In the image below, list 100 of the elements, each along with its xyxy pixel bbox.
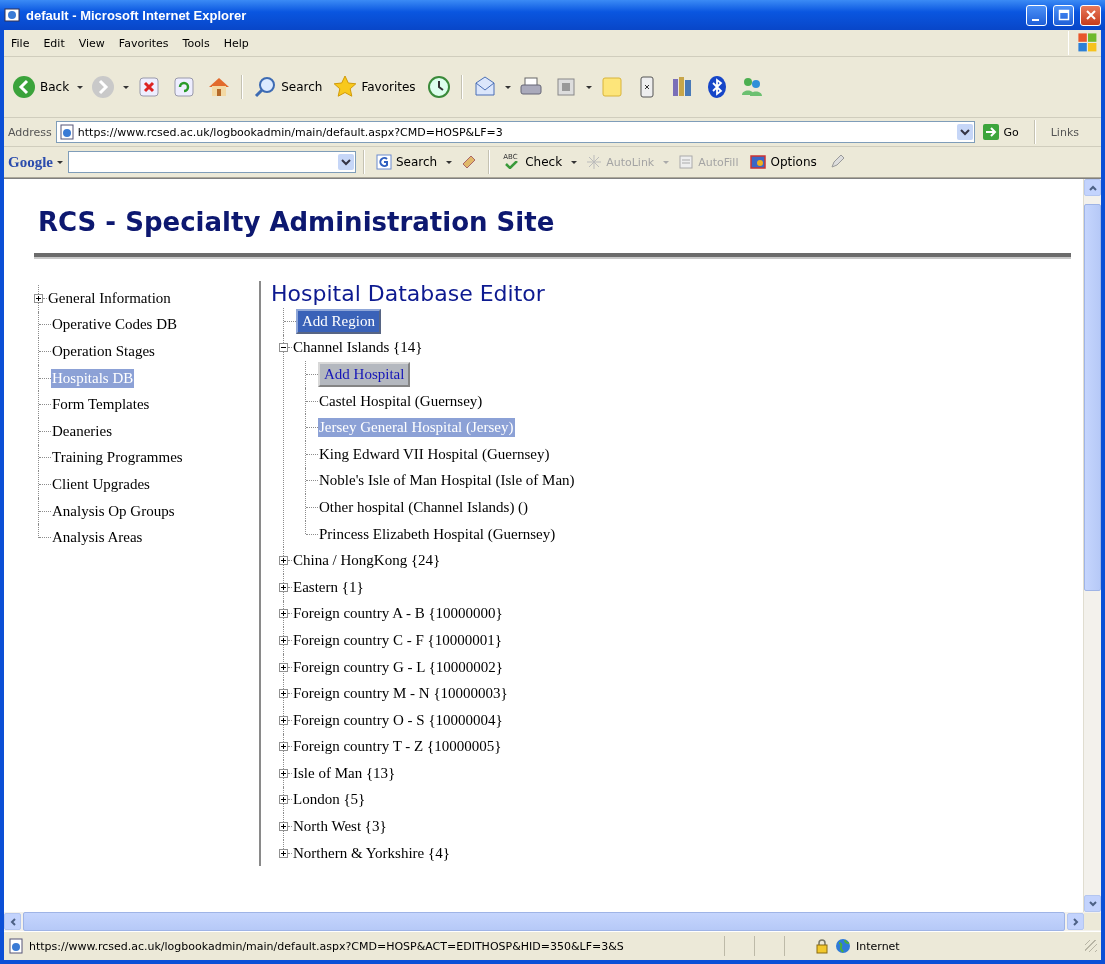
tree-item[interactable]: Foreign country G - L {10000002}	[292, 657, 505, 677]
minimize-button[interactable]	[1026, 4, 1047, 26]
tree-item[interactable]: London {5}	[292, 790, 367, 810]
people-icon	[739, 75, 764, 99]
caret-icon[interactable]	[503, 83, 512, 91]
clock-icon	[426, 75, 451, 99]
nav-link[interactable]: Operative Codes DB	[51, 315, 178, 335]
add-button[interactable]: Add Region	[296, 308, 381, 334]
eraser-icon	[461, 154, 478, 170]
vertical-scrollbar[interactable]	[1083, 179, 1101, 912]
tree-item[interactable]: Eastern {1}	[292, 577, 365, 597]
tree-item[interactable]: Northern & Yorkshire {4}	[292, 843, 451, 863]
caret-icon[interactable]	[122, 83, 131, 91]
nav-link[interactable]: Operation Stages	[51, 342, 156, 361]
nav-link[interactable]: General Information	[47, 288, 172, 308]
google-search-icon	[376, 154, 392, 170]
security-zone: Internet	[856, 939, 901, 953]
tree-item[interactable]: Noble's Isle of Man Hospital (Isle of Man)	[318, 471, 576, 491]
nav-link[interactable]: Analysis Op Groups	[51, 501, 176, 521]
status-text: https://www.rcsed.ac.uk/logbookadmin/main/default.aspx?CMD=HOSP&ACT=EDITHOSP&HID=350&LF=3&S	[29, 939, 625, 953]
expand-icon[interactable]	[279, 689, 288, 699]
go-button[interactable]: Go	[979, 124, 1027, 140]
menu-item[interactable]: View	[71, 34, 112, 52]
links-button[interactable]: Links	[1042, 125, 1097, 139]
refresh-icon	[172, 75, 197, 99]
expand-icon[interactable]	[279, 715, 288, 725]
scroll-right-icon[interactable]	[1070, 916, 1081, 927]
expand-icon[interactable]	[279, 848, 288, 858]
expand-icon[interactable]	[279, 582, 288, 592]
address-field[interactable]: https://www.rcsed.ac.uk/logbookadmin/main/default.aspx?CMD=HOSP&LF=3	[55, 121, 976, 143]
checkmark-icon	[504, 161, 519, 169]
expand-icon[interactable]	[279, 822, 288, 832]
note-icon	[599, 75, 624, 99]
google-search-button[interactable]: Search	[372, 152, 442, 172]
expand-icon[interactable]	[279, 768, 288, 778]
scroll-thumb[interactable]	[1084, 204, 1101, 591]
pen-icon	[828, 154, 845, 170]
nav-link[interactable]: Analysis Areas	[51, 528, 144, 548]
favorites-button[interactable]: Favorites	[329, 72, 420, 102]
menu-item[interactable]: Favorites	[111, 34, 176, 52]
search-button[interactable]: Search	[249, 72, 327, 102]
site-title: RCS - Specialty Administration Site	[38, 207, 556, 237]
tree-item[interactable]: North West {3}	[292, 817, 388, 837]
caret-icon[interactable]	[570, 158, 579, 166]
minimize-icon	[1031, 18, 1039, 21]
menu-item[interactable]: Tools	[175, 34, 217, 52]
menu-item[interactable]: Edit	[36, 34, 72, 52]
scrollbar-corner	[1084, 913, 1101, 930]
tree-item[interactable]: Castel Hospital (Guernsey)	[318, 391, 484, 411]
sparkle-icon	[586, 154, 603, 170]
expand-icon[interactable]	[279, 742, 288, 752]
add-button[interactable]: Add Hospital	[318, 362, 411, 387]
close-icon	[1084, 9, 1097, 21]
tree-item[interactable]: Foreign country A - B {10000000}	[292, 604, 504, 624]
back-button[interactable]: Back	[8, 72, 74, 102]
menu-item[interactable]: File	[4, 34, 37, 52]
options-button[interactable]: Options	[746, 152, 821, 172]
nav-link[interactable]: Training Programmes	[51, 448, 184, 468]
scroll-down-icon[interactable]	[1087, 898, 1098, 909]
caret-icon[interactable]	[584, 83, 593, 91]
dropdown-icon[interactable]	[338, 154, 354, 170]
resize-grip[interactable]	[1085, 940, 1097, 952]
google-menu-button[interactable]: Google	[8, 153, 64, 171]
expand-icon[interactable]	[279, 635, 288, 645]
tree-item[interactable]: Foreign country M - N {10000003}	[292, 684, 509, 704]
expand-icon[interactable]	[34, 293, 43, 303]
expand-icon[interactable]	[279, 609, 288, 619]
search-field[interactable]	[68, 151, 356, 173]
form-icon	[678, 154, 695, 170]
tree-item[interactable]: Princess Elizabeth Hospital (Guernsey)	[318, 524, 557, 544]
maximize-button[interactable]	[1053, 4, 1074, 26]
lock-icon	[814, 938, 830, 954]
expand-icon[interactable]	[279, 795, 288, 805]
search-icon	[253, 75, 278, 99]
tree-item[interactable]: China / HongKong {24}	[292, 551, 442, 571]
star-icon	[333, 75, 358, 99]
nav-link[interactable]: Client Upgrades	[51, 474, 151, 494]
tree-item[interactable]: Channel Islands {14}	[292, 338, 424, 358]
tree-item[interactable]: Foreign country C - F {10000001}	[292, 630, 503, 650]
window-title: default - Microsoft Internet Explorer	[26, 7, 247, 23]
maximize-icon	[1057, 9, 1070, 21]
tree-item[interactable]: King Edward VII Hospital (Guernsey)	[318, 444, 551, 464]
expand-icon[interactable]	[279, 556, 288, 566]
expand-icon[interactable]	[279, 662, 288, 672]
tree-item[interactable]: Foreign country T - Z {10000005}	[292, 737, 503, 757]
globe-icon	[835, 938, 851, 954]
collapse-icon[interactable]	[279, 343, 288, 353]
nav-link[interactable]: Form Templates	[51, 395, 151, 415]
close-button[interactable]	[1080, 4, 1101, 26]
browser-icon	[4, 7, 20, 23]
tree-item[interactable]: Foreign country O - S {10000004}	[292, 710, 504, 730]
menu-item[interactable]: Help	[216, 34, 256, 52]
nav-link[interactable]: Deaneries	[51, 421, 113, 441]
caret-icon[interactable]	[76, 83, 85, 91]
options-icon	[750, 154, 767, 170]
dropdown-icon[interactable]	[957, 124, 974, 140]
caret-icon	[56, 158, 64, 166]
caret-icon[interactable]	[445, 158, 454, 166]
tree-item[interactable]: Isle of Man {13}	[292, 763, 397, 783]
tree-item[interactable]: Other hospital (Channel Islands) ()	[318, 497, 530, 517]
